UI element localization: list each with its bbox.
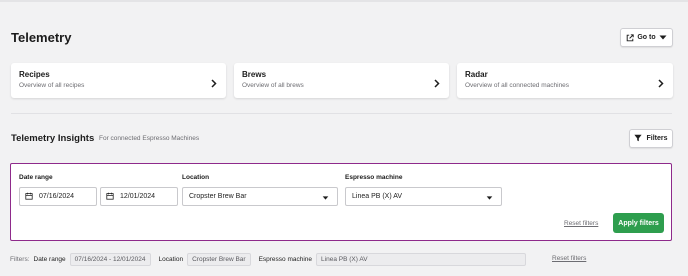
date-range-label: Date range [19, 174, 53, 181]
filters-button[interactable]: Filters [629, 129, 673, 148]
chevron-right-icon [658, 75, 664, 93]
card-subtitle: Overview of all connected machines [465, 82, 570, 89]
machine-value: Linea PB (X) AV [352, 193, 403, 200]
summary-date-range-chip: 07/16/2024 - 12/01/2024 [69, 252, 151, 266]
reset-filters-link[interactable]: Reset filters [564, 220, 598, 227]
summary-location-label: Location [158, 255, 184, 263]
location-value: Cropster Brew Bar [189, 193, 247, 200]
machine-select[interactable]: Linea PB (X) AV [345, 187, 502, 206]
summary-machine-label: Espresso machine [258, 255, 313, 263]
card-title: Brews [242, 70, 267, 79]
section-divider [11, 113, 672, 114]
summary-filters-label: Filters: [10, 255, 30, 263]
date-from-input[interactable]: 07/16/2024 [19, 187, 97, 206]
card-subtitle: Overview of all brews [242, 82, 304, 89]
insights-title: Telemetry Insights [11, 133, 95, 144]
summary-location-chip: Cropster Brew Bar [187, 252, 251, 266]
calendar-icon [106, 192, 114, 202]
date-from-value: 07/16/2024 [39, 193, 75, 200]
caret-down-icon [322, 195, 329, 202]
machine-label: Espresso machine [345, 174, 403, 181]
filter-icon [634, 134, 643, 144]
summary-date-range-label: Date range [33, 255, 66, 263]
calendar-icon [25, 192, 33, 202]
card-subtitle: Overview of all recipes [19, 82, 85, 89]
summary-reset-filters-link[interactable]: Reset filters [552, 255, 586, 262]
date-to-value: 12/01/2024 [120, 193, 156, 200]
card-radar[interactable]: Radar Overview of all connected machines [457, 63, 673, 98]
goto-label: Go to [637, 34, 656, 41]
location-label: Location [182, 174, 210, 181]
card-brews[interactable]: Brews Overview of all brews [234, 63, 449, 98]
date-to-input[interactable]: 12/01/2024 [100, 187, 178, 206]
external-link-icon [626, 33, 635, 42]
active-filters-summary: Filters: Date range 07/16/2024 - 12/01/2… [10, 252, 534, 266]
chevron-right-icon [434, 75, 440, 93]
insights-subtitle: For connected Espresso Machines [99, 135, 200, 142]
location-select[interactable]: Cropster Brew Bar [182, 187, 338, 206]
apply-filters-button[interactable]: Apply filters [613, 213, 664, 233]
goto-button[interactable]: Go to [620, 28, 673, 47]
top-border [0, 0, 688, 2]
card-title: Recipes [19, 70, 50, 79]
summary-machine-chip: Linea PB (X) AV [316, 252, 527, 266]
page-title: Telemetry [11, 30, 72, 45]
card-title: Radar [465, 70, 488, 79]
filter-panel: Date range 07/16/2024 12/01/2024 Locatio… [10, 163, 672, 241]
caret-down-icon [659, 35, 667, 40]
caret-down-icon [486, 195, 493, 202]
card-recipes[interactable]: Recipes Overview of all recipes [11, 63, 226, 98]
filters-label: Filters [646, 135, 668, 142]
chevron-right-icon [211, 75, 217, 93]
